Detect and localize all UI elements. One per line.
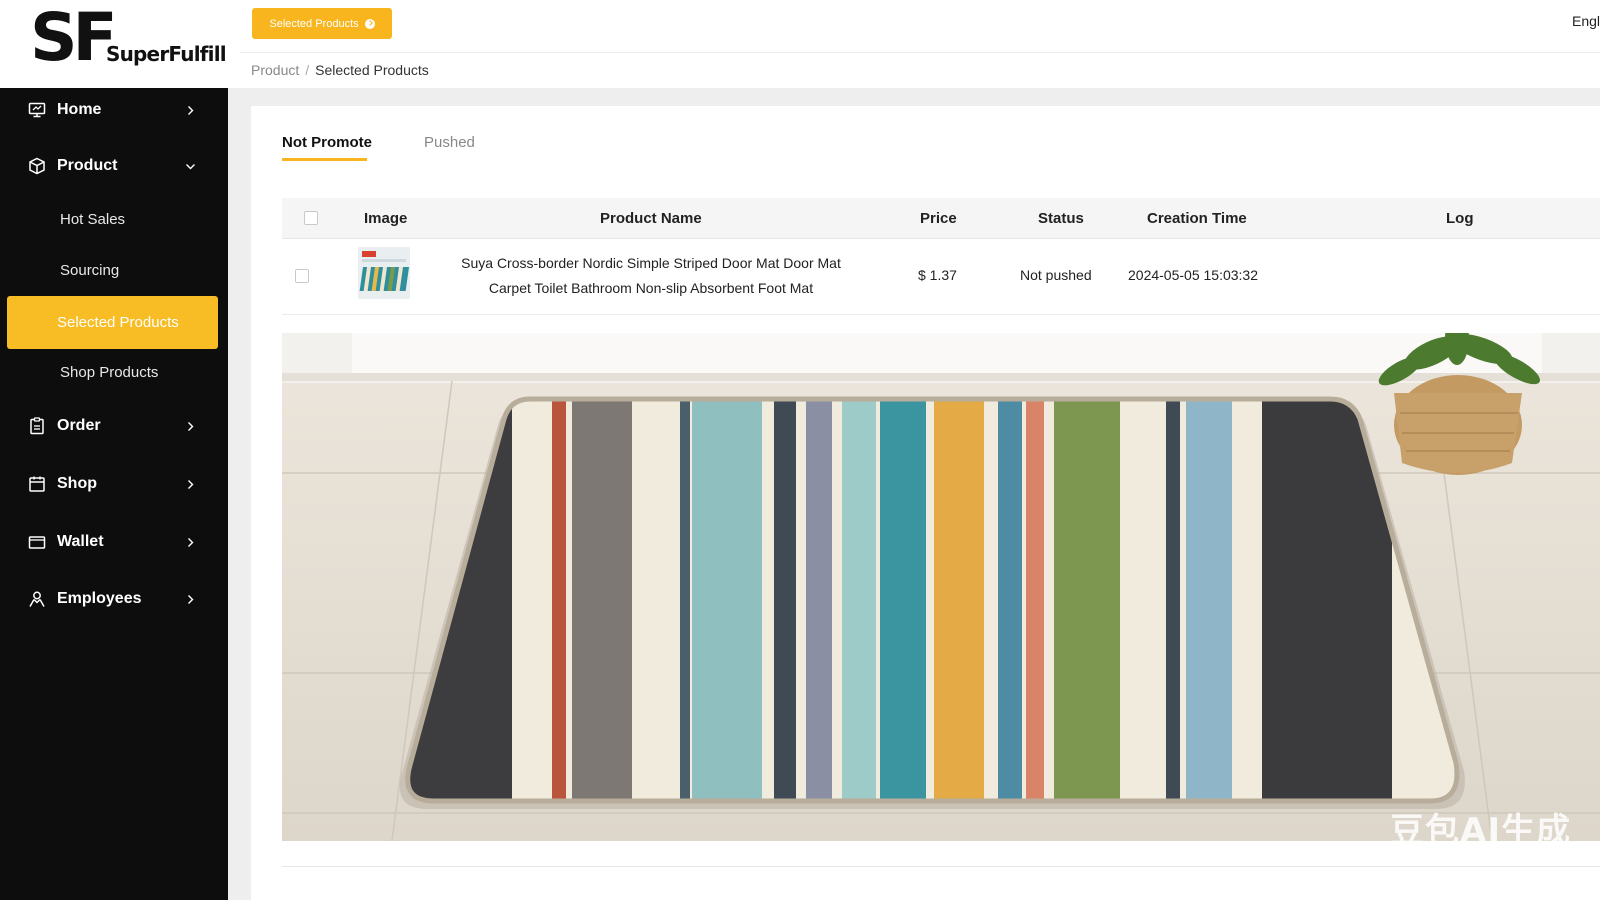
active-tab-indicator [282, 158, 367, 161]
column-header-price: Price [920, 210, 957, 227]
product-price: $ 1.37 [918, 267, 957, 283]
tab-pushed[interactable]: Pushed [424, 134, 475, 151]
column-header-image: Image [364, 210, 408, 227]
breadcrumb: Product / Selected Products [251, 62, 429, 78]
sidebar-item-wallet[interactable]: Wallet [0, 522, 228, 562]
sidebar-item-order[interactable]: Order [0, 406, 228, 446]
sidebar-item-label: Wallet [57, 533, 104, 550]
header-divider [240, 52, 1600, 53]
select-all-checkbox[interactable] [304, 211, 318, 225]
sidebar-item-label: Home [57, 101, 102, 118]
sidebar-item-employees[interactable]: Employees [0, 579, 228, 619]
sidebar-item-shop-products[interactable]: Shop Products [0, 352, 228, 392]
column-header-status: Status [1038, 210, 1084, 227]
sidebar-item-label: Employees [57, 590, 142, 607]
product-status: Not pushed [1020, 267, 1092, 283]
row-checkbox[interactable] [295, 269, 309, 283]
logo-mark: SF [30, 0, 118, 76]
tab-not-promote[interactable]: Not Promote [282, 134, 372, 151]
language-selector[interactable]: English [1572, 13, 1600, 29]
product-thumbnail[interactable] [358, 247, 410, 299]
breadcrumb-current: Selected Products [315, 62, 429, 78]
selected-products-top-button[interactable]: Selected Products [252, 8, 392, 39]
store-icon [29, 476, 45, 492]
ai-watermark: 豆包AI生成 [1390, 811, 1571, 841]
sidebar-item-selected-products[interactable]: Selected Products [7, 296, 218, 349]
column-header-log: Log [1446, 210, 1474, 227]
chevron-right-icon [188, 421, 194, 431]
column-header-product-name: Product Name [600, 210, 702, 227]
sidebar-item-product[interactable]: Product [0, 146, 228, 186]
sidebar-item-hot-sales[interactable]: Hot Sales [0, 199, 228, 239]
table-header: Image Product Name Price Status Creation… [282, 198, 1600, 239]
chevron-right-icon [188, 537, 194, 547]
sidebar-item-label: Order [57, 417, 101, 434]
sidebar-item-home[interactable]: Home [0, 90, 228, 130]
sidebar-item-shop[interactable]: Shop [0, 464, 228, 504]
sidebar-item-label: Shop Products [60, 363, 159, 381]
card-divider [282, 866, 1600, 867]
chevron-right-icon [188, 594, 194, 604]
top-header: Selected Products English Product/Select… [228, 0, 1600, 88]
top-button-label: Selected Products [269, 17, 359, 30]
main-card: Not Promote Pushed Image Product Name Pr… [251, 106, 1600, 900]
wallet-icon [28, 536, 46, 549]
breadcrumb-product[interactable]: Product [251, 62, 299, 78]
product-name[interactable]: Suya Cross-border Nordic Simple Striped … [442, 251, 860, 301]
logo: SF SuperFulfill [0, 0, 228, 88]
product-large-image: 豆包AI生成 [282, 333, 1600, 841]
sidebar-item-label: Shop [57, 475, 97, 492]
monitor-icon [28, 102, 46, 118]
chevron-down-icon [186, 163, 195, 169]
box-icon [29, 157, 45, 175]
chevron-right-icon [188, 479, 194, 489]
person-icon [29, 591, 45, 607]
sidebar-item-sourcing[interactable]: Sourcing [0, 250, 228, 290]
sidebar: Home Product Hot Sales Sourcing Selected… [0, 88, 228, 900]
sidebar-item-label: Product [57, 157, 118, 174]
check-circle-icon [364, 18, 375, 29]
logo-name: SuperFulfill [106, 42, 227, 66]
clipboard-icon [30, 417, 44, 435]
table-row[interactable]: Suya Cross-border Nordic Simple Striped … [282, 239, 1600, 315]
sidebar-item-label: Sourcing [60, 261, 120, 279]
sidebar-item-label: Selected Products [57, 314, 179, 331]
column-header-creation-time: Creation Time [1147, 210, 1247, 227]
chevron-right-icon [188, 105, 194, 115]
sidebar-item-label: Hot Sales [60, 210, 126, 228]
creation-time: 2024-05-05 15:03:32 [1128, 267, 1258, 283]
